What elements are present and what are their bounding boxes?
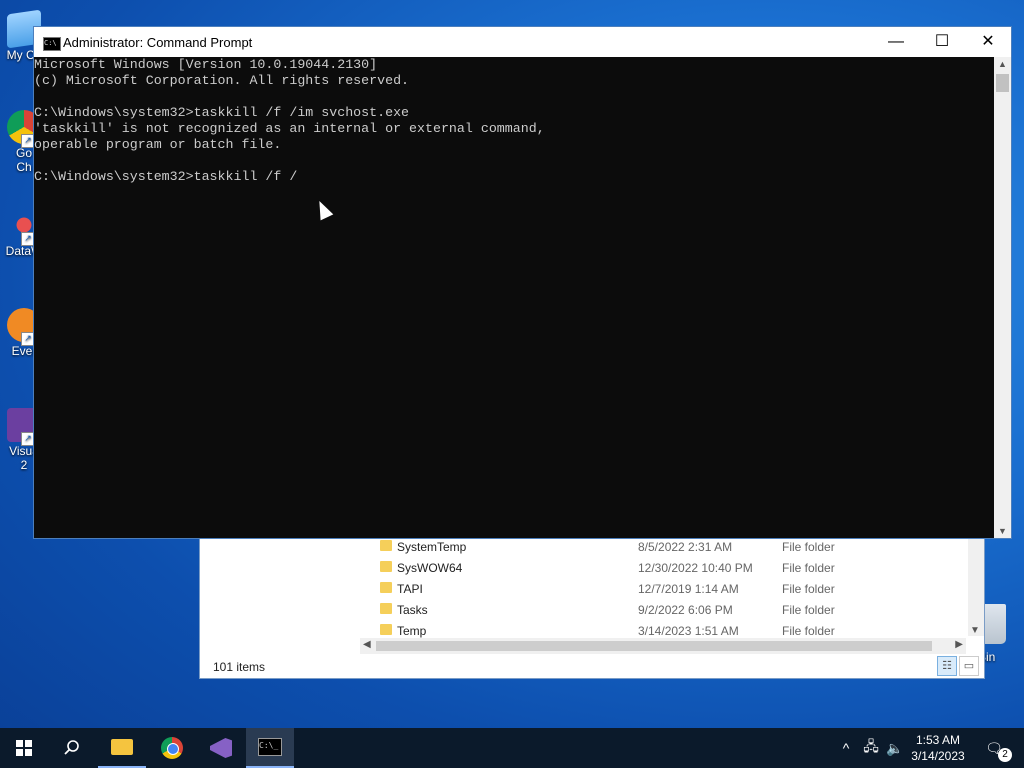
file-name: Tasks [397,603,428,617]
folder-icon [380,540,392,551]
system-clock[interactable]: 1:53 AM 3/14/2023 [908,732,968,764]
folder-icon [111,739,133,755]
start-button[interactable] [0,728,48,768]
console-line: operable program or batch file. [34,137,282,152]
file-row[interactable]: Tasks 9/2/2022 6:06 PM File folder [377,599,967,620]
show-hidden-icons-button[interactable]: ^ [836,728,856,768]
file-name: SysWOW64 [397,561,463,575]
scroll-right-icon[interactable]: ▶ [955,639,963,650]
folder-icon [380,603,392,614]
explorer-vertical-scrollbar[interactable]: ▼ [968,536,984,636]
network-icon: 🖧 [863,738,879,754]
command-prompt-taskbar-button[interactable]: C:\_ [246,728,294,768]
window-title: Administrator: Command Prompt [63,35,253,50]
taskbar: C:\_ ^ 🖧 🔈 1:53 AM 3/14/2023 🗨 2 [0,728,1024,768]
file-name: SystemTemp [397,540,467,554]
file-date: 12/30/2022 10:40 PM [638,561,753,575]
minimize-button[interactable]: — [873,27,919,57]
status-item-count: 101 items [213,660,266,674]
console-line: 'taskkill' is not recognized as an inter… [34,121,545,136]
maximize-button[interactable]: ☐ [919,27,965,57]
file-type: File folder [782,624,835,638]
clock-date: 3/14/2023 [911,749,965,763]
clock-time: 1:53 AM [915,733,961,747]
file-list: SystemTemp 8/5/2022 2:31 AM File folder … [377,536,967,641]
console-line: (c) Microsoft Corporation. All rights re… [34,73,410,88]
console-input-line[interactable]: C:\Windows\system32>taskkill /f / [34,169,994,185]
volume-button[interactable]: 🔈 [884,728,906,768]
file-name: TAPI [397,582,423,596]
search-icon [64,740,79,755]
command-prompt-window[interactable]: C:\ Administrator: Command Prompt — ☐ ✕ … [33,26,1012,539]
windows-logo-icon [16,740,32,756]
chevron-up-icon: ^ [842,740,850,756]
visual-studio-icon [210,738,232,758]
file-date: 8/5/2022 2:31 AM [638,540,733,554]
speaker-icon: 🔈 [886,739,904,756]
console-line: Microsoft Windows [Version 10.0.19044.21… [34,57,378,72]
scroll-thumb[interactable] [376,641,932,651]
chrome-icon [161,737,183,759]
file-row[interactable]: TAPI 12/7/2019 1:14 AM File folder [377,578,967,599]
file-explorer-window: SystemTemp 8/5/2022 2:31 AM File folder … [199,536,985,679]
folder-icon [380,624,392,635]
large-icons-view-button[interactable]: ▭ [959,656,979,676]
file-type: File folder [782,582,835,596]
explorer-horizontal-scrollbar[interactable]: ◀ ▶ [360,638,966,654]
scroll-thumb[interactable] [996,74,1009,92]
chrome-taskbar-button[interactable] [148,728,196,768]
scroll-down-icon[interactable]: ▼ [998,526,1007,536]
scroll-down-icon[interactable]: ▼ [970,625,980,636]
file-explorer-taskbar-button[interactable] [98,728,146,768]
action-center-button[interactable]: 🗨 2 [980,728,1012,768]
scroll-left-icon[interactable]: ◀ [363,639,371,650]
file-type: File folder [782,603,835,617]
file-row[interactable]: SystemTemp 8/5/2022 2:31 AM File folder [377,536,967,557]
file-date: 9/2/2022 6:06 PM [638,603,733,617]
details-view-button[interactable]: ☷ [937,656,957,676]
file-name: Temp [397,624,427,638]
file-type: File folder [782,561,835,575]
file-type: File folder [782,540,835,554]
notification-count-badge: 2 [998,748,1012,762]
file-date: 3/14/2023 1:51 AM [638,624,739,638]
network-button[interactable]: 🖧 [860,728,882,768]
console-vertical-scrollbar[interactable]: ▲ ▼ [994,57,1011,538]
search-button[interactable] [48,728,96,768]
console-output[interactable]: Microsoft Windows [Version 10.0.19044.21… [34,57,994,538]
console-line: C:\Windows\system32>taskkill /f /im svch… [34,105,410,120]
title-bar[interactable]: C:\ Administrator: Command Prompt — ☐ ✕ [34,27,1011,57]
folder-icon [380,582,392,593]
cmd-icon: C:\_ [258,738,282,756]
cmd-app-icon: C:\ [43,37,61,51]
scroll-up-icon[interactable]: ▲ [998,59,1007,69]
file-row[interactable]: SysWOW64 12/30/2022 10:40 PM File folder [377,557,967,578]
file-date: 12/7/2019 1:14 AM [638,582,739,596]
visual-studio-taskbar-button[interactable] [197,728,245,768]
folder-icon [380,561,392,572]
close-button[interactable]: ✕ [965,27,1011,57]
